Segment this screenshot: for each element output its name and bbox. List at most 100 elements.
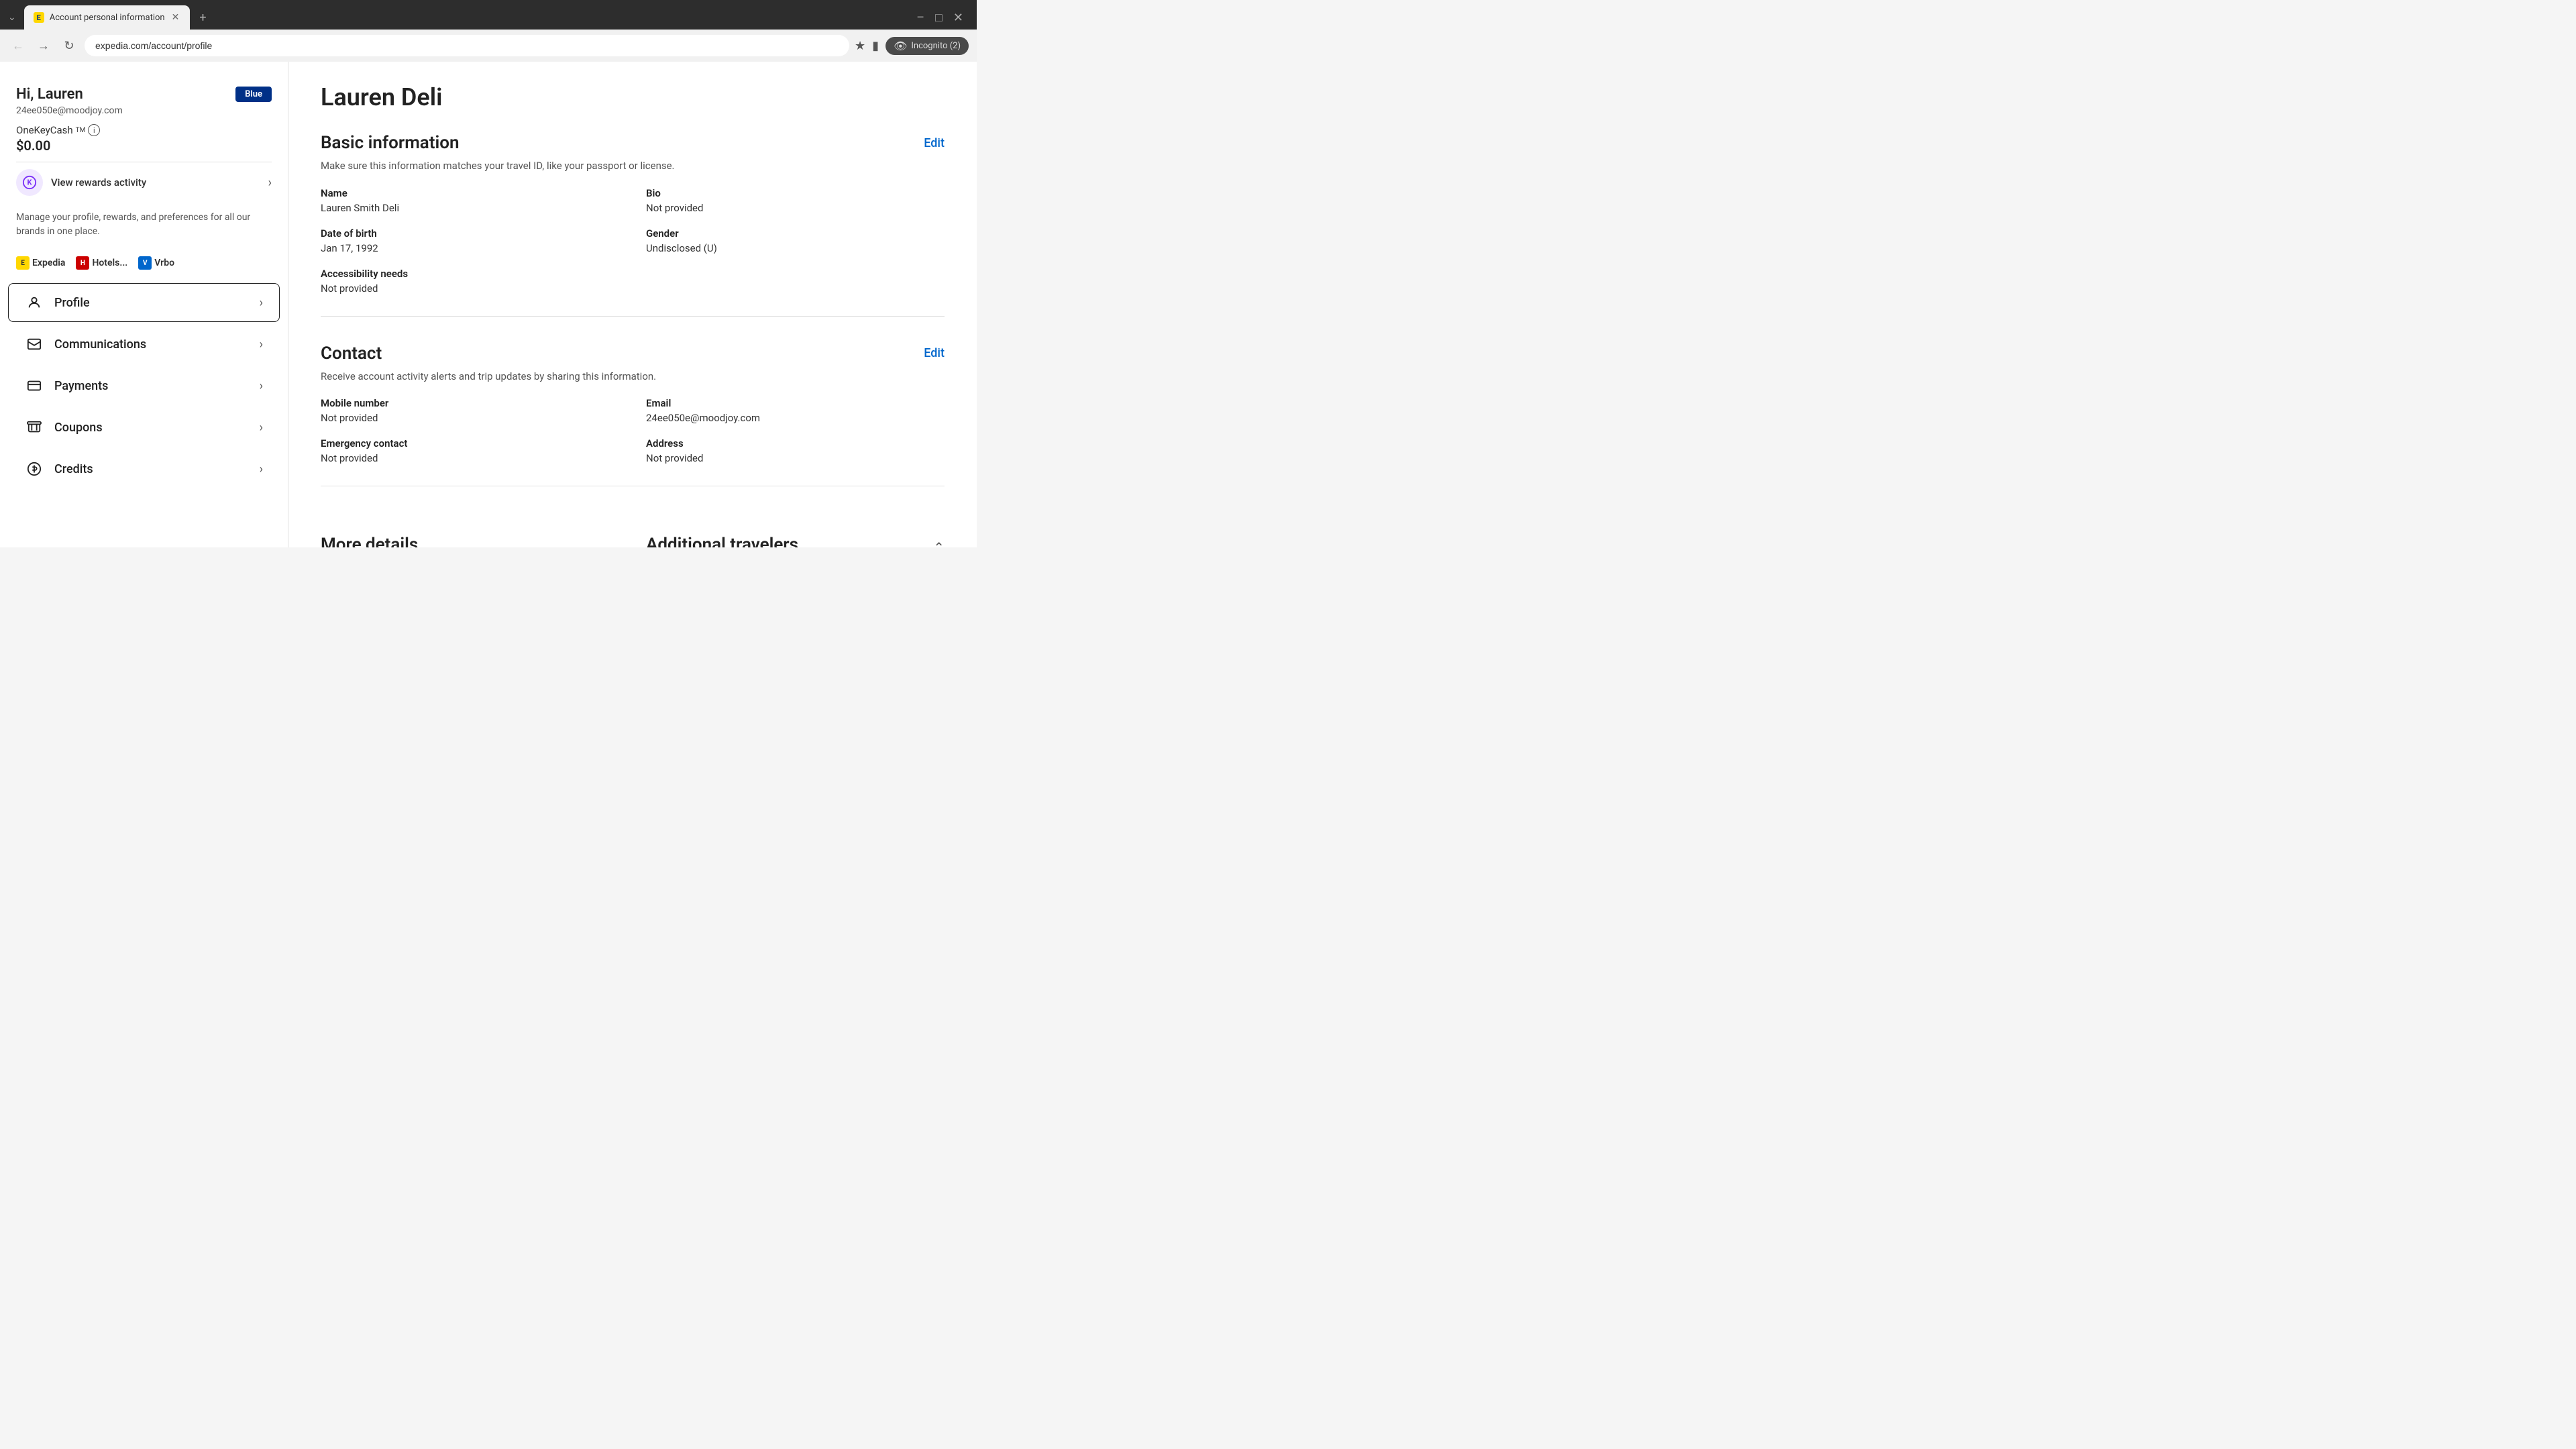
brand-logos: E Expedia H Hotels... V Vrbo (0, 250, 288, 280)
rewards-chevron-icon: › (268, 176, 272, 190)
vrbo-label: Vrbo (154, 258, 174, 268)
sidebar-communications-label: Communications (54, 337, 260, 352)
extensions-icon[interactable]: ▮ (872, 39, 879, 53)
payments-icon (25, 376, 44, 395)
tab-favicon: E (34, 12, 44, 23)
field-address-value: Not provided (646, 452, 945, 464)
contact-description: Receive account activity alerts and trip… (321, 369, 945, 384)
contact-header: Contact Edit (321, 343, 945, 364)
field-address-label: Address (646, 437, 945, 449)
coupons-chevron-icon: › (260, 421, 263, 435)
expedia-icon: E (16, 256, 30, 270)
sidebar-item-coupons[interactable]: Coupons › (8, 408, 280, 447)
sidebar-item-credits[interactable]: Credits › (8, 449, 280, 488)
additional-travelers-section: Additional travelers ⌃ Make booking prof… (646, 535, 945, 547)
minimize-button[interactable]: – (916, 11, 924, 25)
field-gender: Gender Undisclosed (U) (646, 227, 945, 254)
tab-bar: ⌄ E Account personal information ✕ + – □… (0, 0, 977, 30)
sidebar-item-profile[interactable]: Profile › (8, 283, 280, 322)
expedia-label: Expedia (32, 258, 65, 268)
field-name-value: Lauren Smith Deli (321, 202, 619, 214)
maximize-button[interactable]: □ (935, 11, 943, 25)
incognito-icon: 👁 (894, 40, 907, 52)
field-bio-label: Bio (646, 187, 945, 199)
sidebar-item-communications[interactable]: Communications › (8, 325, 280, 364)
tm-superscript: TM (76, 127, 86, 134)
page-title: Lauren Deli (321, 83, 945, 111)
basic-info-fields: Name Lauren Smith Deli Bio Not provided … (321, 187, 945, 294)
contact-fields: Mobile number Not provided Email 24ee050… (321, 397, 945, 464)
field-emergency-value: Not provided (321, 452, 619, 464)
user-info-block: Hi, Lauren Blue 24ee050e@moodjoy.com One… (0, 75, 288, 211)
field-accessibility-value: Not provided (321, 282, 945, 294)
field-accessibility-label: Accessibility needs (321, 268, 945, 280)
tab-close-button[interactable]: ✕ (170, 11, 181, 24)
field-dob-value: Jan 17, 1992 (321, 242, 619, 254)
close-button[interactable]: ✕ (953, 11, 963, 25)
tab-list-button[interactable]: ⌄ (5, 9, 19, 25)
sidebar-nav: Profile › Communications › (0, 283, 288, 488)
incognito-badge[interactable]: 👁 Incognito (2) (885, 37, 969, 55)
info-icon[interactable]: i (88, 124, 100, 136)
field-bio-value: Not provided (646, 202, 945, 214)
bookmark-icon[interactable]: ★ (855, 39, 865, 53)
basic-info-edit-button[interactable]: Edit (924, 136, 945, 150)
basic-information-section: Basic information Edit Make sure this in… (321, 133, 945, 317)
sidebar-item-payments[interactable]: Payments › (8, 366, 280, 405)
credits-icon (25, 460, 44, 478)
profile-chevron-icon: › (260, 296, 263, 310)
bottom-sections: More details Speed up your booking by se… (321, 513, 945, 547)
svg-text:K: K (28, 178, 33, 187)
field-name: Name Lauren Smith Deli (321, 187, 619, 214)
new-tab-button[interactable]: + (195, 9, 210, 26)
contact-title: Contact (321, 343, 382, 364)
collapse-icon[interactable]: ⌃ (933, 539, 945, 547)
browser-chrome: ⌄ E Account personal information ✕ + – □… (0, 0, 977, 62)
field-gender-value: Undisclosed (U) (646, 242, 945, 254)
sidebar-payments-label: Payments (54, 379, 260, 393)
main-content: Lauren Deli Basic information Edit Make … (288, 62, 977, 547)
field-dob-label: Date of birth (321, 227, 619, 239)
contact-edit-button[interactable]: Edit (924, 346, 945, 360)
field-address: Address Not provided (646, 437, 945, 464)
cash-amount: $0.00 (16, 138, 272, 154)
communications-chevron-icon: › (260, 337, 263, 352)
field-email-label: Email (646, 397, 945, 409)
tab-title: Account personal information (50, 13, 165, 23)
rewards-link-text: View rewards activity (51, 176, 268, 189)
back-button[interactable]: ← (8, 36, 28, 56)
brand-vrbo: V Vrbo (138, 256, 174, 270)
reload-button[interactable]: ↻ (59, 36, 79, 56)
window-controls: – □ ✕ (908, 11, 971, 25)
field-accessibility: Accessibility needs Not provided (321, 268, 945, 294)
field-emergency-label: Emergency contact (321, 437, 619, 449)
coupons-icon (25, 418, 44, 437)
hotels-label: Hotels... (92, 258, 127, 268)
brand-expedia: E Expedia (16, 256, 65, 270)
user-email: 24ee050e@moodjoy.com (16, 105, 272, 116)
field-bio: Bio Not provided (646, 187, 945, 214)
manage-text: Manage your profile, rewards, and prefer… (0, 211, 288, 250)
field-dob: Date of birth Jan 17, 1992 (321, 227, 619, 254)
additional-travelers-title: Additional travelers (646, 535, 798, 547)
user-greeting: Hi, Lauren Blue (16, 86, 272, 103)
address-bar-actions: ★ ▮ 👁 Incognito (2) (855, 37, 969, 55)
payments-chevron-icon: › (260, 379, 263, 393)
more-details-section: More details Speed up your booking by se… (321, 535, 619, 547)
contact-section: Contact Edit Receive account activity al… (321, 343, 945, 487)
field-gender-label: Gender (646, 227, 945, 239)
user-name: Hi, Lauren (16, 86, 83, 103)
onekey-section: OneKeyCashTM i $0.00 (16, 124, 272, 154)
address-input[interactable] (85, 35, 849, 56)
rewards-activity-link[interactable]: K View rewards activity › (16, 162, 272, 203)
field-mobile-value: Not provided (321, 412, 619, 424)
credits-chevron-icon: › (260, 462, 263, 476)
vrbo-icon: V (138, 256, 152, 270)
field-name-label: Name (321, 187, 619, 199)
field-email: Email 24ee050e@moodjoy.com (646, 397, 945, 424)
sidebar-coupons-label: Coupons (54, 421, 260, 435)
forward-button[interactable]: → (34, 36, 54, 56)
onekey-label: OneKeyCashTM i (16, 124, 272, 136)
active-tab[interactable]: E Account personal information ✕ (24, 5, 191, 30)
page-layout: Hi, Lauren Blue 24ee050e@moodjoy.com One… (0, 62, 977, 547)
